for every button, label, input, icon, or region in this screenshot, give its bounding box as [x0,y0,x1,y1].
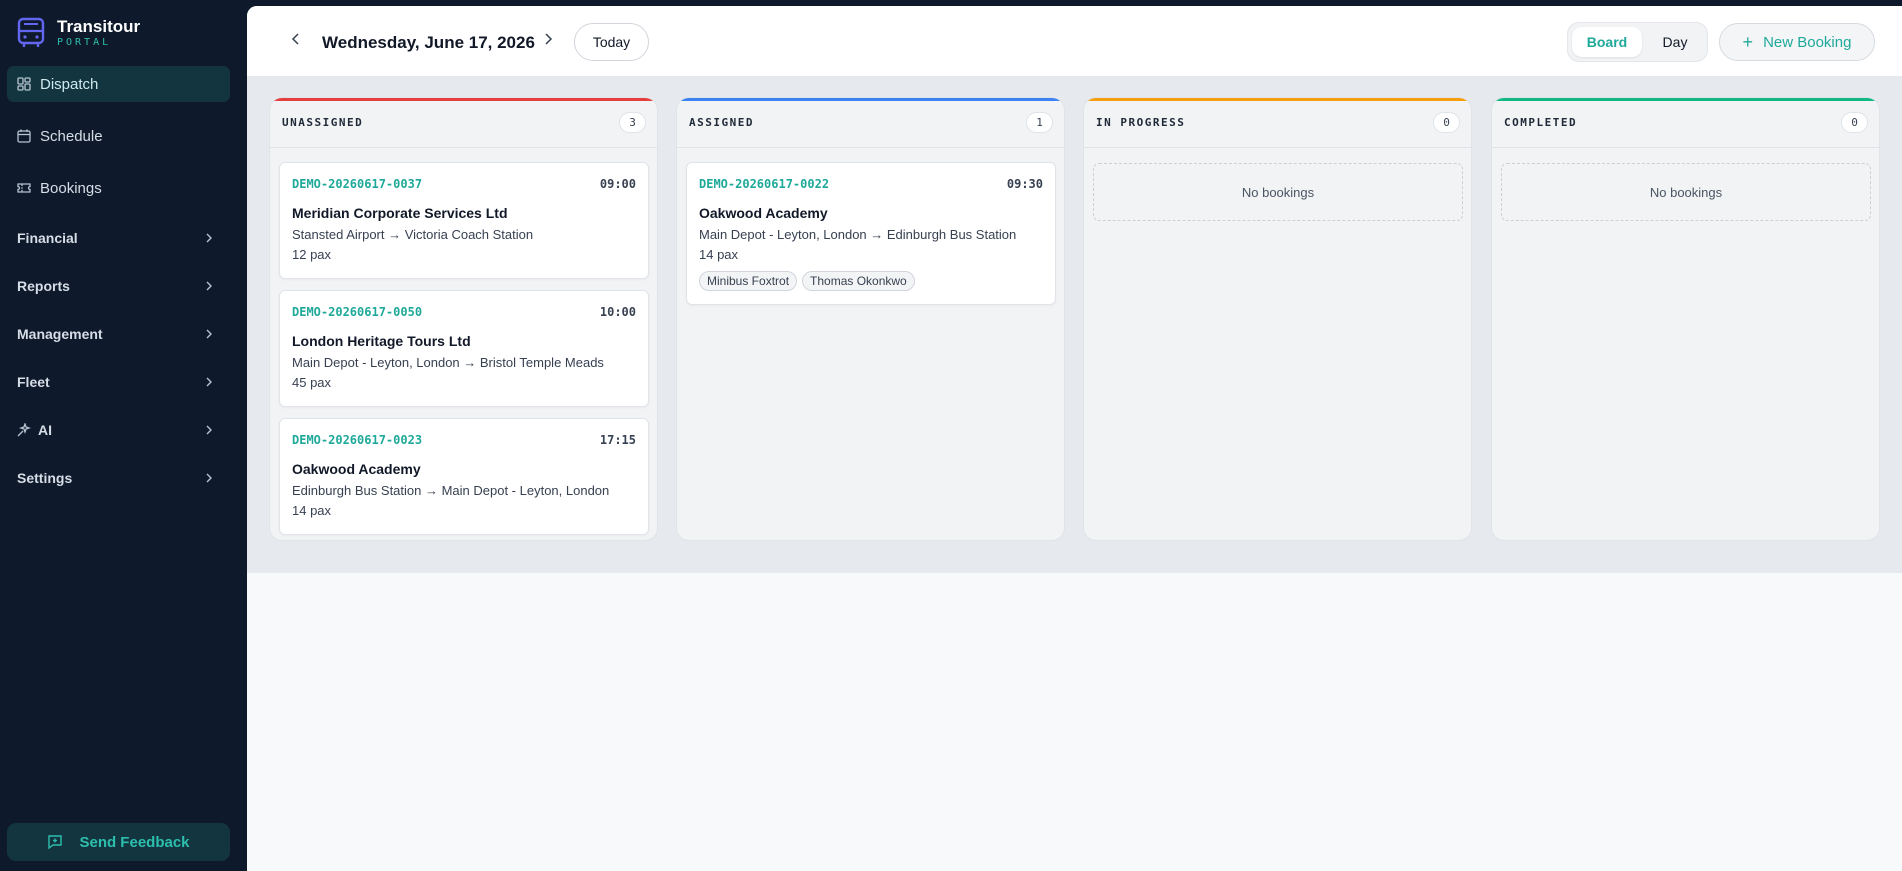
new-booking-button[interactable]: + New Booking [1719,23,1875,61]
booking-route: Edinburgh Bus Station → Main Depot - Ley… [292,483,610,498]
booking-card[interactable]: DEMO-20260617-0037 09:00 Meridian Corpor… [279,162,649,279]
booking-route: Main Depot - Leyton, London → Bristol Te… [292,355,604,370]
chevron-right-icon [206,473,212,483]
new-booking-label: New Booking [1763,33,1852,51]
booking-client: London Heritage Tours Ltd [292,333,471,349]
column-count: 1 [1026,112,1053,133]
column-in-progress: IN PROGRESS 0 No bookings [1083,97,1472,541]
column-unassigned: UNASSIGNED 3 DEMO-20260617-0037 09:00 Me… [269,97,658,541]
chevron-right-icon [206,281,212,291]
booking-time: 09:00 [599,177,636,191]
chevron-right-icon [206,329,212,339]
sidebar-group-label: Financial [17,230,78,246]
ticket-icon [17,183,31,193]
sidebar-group-label: Settings [17,470,73,486]
column-header: COMPLETED 0 [1492,101,1879,148]
board-view-button[interactable]: Board [1572,27,1642,57]
booking-route: Main Depot - Leyton, London → Edinburgh … [699,227,1017,242]
sidebar-item-label: Bookings [40,179,102,197]
booking-client: Oakwood Academy [699,205,828,221]
sidebar-group-label: Management [17,326,103,342]
chevron-right-icon[interactable] [541,32,555,46]
booking-pax: 14 pax [699,247,739,262]
sidebar-group-management[interactable]: Management [7,316,230,352]
column-count: 3 [619,112,646,133]
column-header: UNASSIGNED 3 [270,101,657,148]
sidebar-group-label: Reports [17,278,70,294]
column-count: 0 [1841,112,1868,133]
column-title: ASSIGNED [689,116,754,129]
sidebar-group-fleet[interactable]: Fleet [7,364,230,400]
sidebar: Transitour PORTAL Dispatch Schedule Book… [0,0,247,871]
sidebar-group-reports[interactable]: Reports [7,268,230,304]
chevron-right-icon [206,425,212,435]
brand-subtitle: PORTAL [57,37,112,48]
booking-pax: 45 pax [292,375,332,390]
chevron-left-icon[interactable] [289,32,303,46]
column-count: 0 [1433,112,1460,133]
main-content: Wednesday, June 17, 2026 Today Board Day… [247,6,1902,871]
column-header: ASSIGNED 1 [677,101,1064,148]
send-feedback-label: Send Feedback [79,833,190,851]
sidebar-group-ai[interactable]: AI [7,412,230,448]
sidebar-item-label: Dispatch [40,75,99,93]
column-title: UNASSIGNED [282,116,364,129]
current-date: Wednesday, June 17, 2026 [322,33,535,52]
bus-logo-icon [17,17,45,47]
vehicle-chip[interactable]: Minibus Foxtrot [699,271,798,291]
booking-ref: DEMO-20260617-0050 [292,305,423,319]
column-header: IN PROGRESS 0 [1084,101,1471,148]
sidebar-item-label: Schedule [40,127,103,145]
sidebar-group-financial[interactable]: Financial [7,220,230,256]
plus-icon: + [1742,31,1754,52]
column-title: COMPLETED [1504,116,1578,129]
booking-card[interactable]: DEMO-20260617-0023 17:15 Oakwood Academy… [279,418,649,535]
empty-state: No bookings [1093,163,1463,221]
sidebar-group-label: Fleet [17,374,50,390]
today-button[interactable]: Today [574,23,649,61]
brand-title: Transitour [57,17,141,36]
sidebar-group-label: AI [38,422,52,438]
message-plus-icon [48,835,63,850]
booking-time: 09:30 [1006,177,1043,191]
booking-pax: 14 pax [292,503,332,518]
toolbar: Wednesday, June 17, 2026 Today Board Day… [247,6,1902,77]
dispatch-board: UNASSIGNED 3 DEMO-20260617-0037 09:00 Me… [247,77,1902,573]
booking-ref: DEMO-20260617-0023 [292,433,423,447]
send-feedback-button[interactable]: Send Feedback [7,823,230,861]
grid-icon [17,77,31,91]
chevron-right-icon [206,233,212,243]
chevron-right-icon [206,377,212,387]
booking-client: Oakwood Academy [292,461,421,477]
assignment-chips: Minibus Foxtrot Thomas Okonkwo [699,271,920,291]
sidebar-item-schedule[interactable]: Schedule [7,118,230,154]
sparkle-icon [17,423,31,437]
booking-time: 17:15 [599,433,636,447]
column-assigned: ASSIGNED 1 DEMO-20260617-0022 09:30 Oakw… [676,97,1065,541]
day-view-button[interactable]: Day [1646,27,1704,57]
booking-card[interactable]: DEMO-20260617-0022 09:30 Oakwood Academy… [686,162,1056,305]
column-completed: COMPLETED 0 No bookings [1491,97,1880,541]
sidebar-item-bookings[interactable]: Bookings [7,170,230,206]
sidebar-item-dispatch[interactable]: Dispatch [7,66,230,102]
view-toggle: Board Day [1567,22,1708,62]
booking-card[interactable]: DEMO-20260617-0050 10:00 London Heritage… [279,290,649,407]
booking-ref: DEMO-20260617-0037 [292,177,423,191]
sidebar-group-settings[interactable]: Settings [7,460,230,496]
column-title: IN PROGRESS [1096,116,1186,129]
booking-time: 10:00 [599,305,636,319]
booking-route: Stansted Airport → Victoria Coach Statio… [292,227,534,242]
empty-state: No bookings [1501,163,1871,221]
brand[interactable]: Transitour PORTAL [16,17,140,49]
booking-pax: 12 pax [292,247,332,262]
driver-chip[interactable]: Thomas Okonkwo [802,271,915,291]
calendar-icon [17,129,31,143]
booking-ref: DEMO-20260617-0022 [699,177,830,191]
booking-client: Meridian Corporate Services Ltd [292,205,508,221]
